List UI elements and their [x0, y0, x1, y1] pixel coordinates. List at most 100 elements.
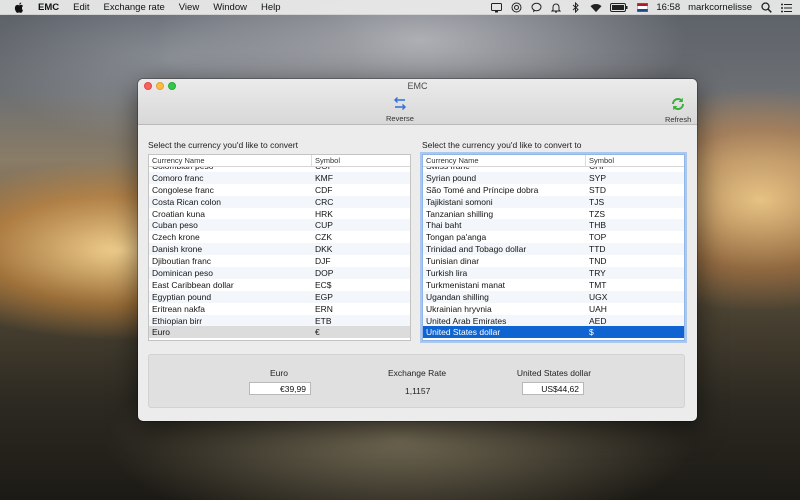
- currency-name-cell: Ukrainian hryvnia: [426, 303, 492, 314]
- column-header-symbol[interactable]: Symbol: [312, 155, 340, 167]
- table-row[interactable]: Turkish lira TRY: [423, 267, 684, 279]
- reverse-label: Reverse: [386, 114, 414, 123]
- flag-icon[interactable]: [636, 2, 648, 14]
- currency-symbol-cell: THB: [589, 220, 606, 231]
- currency-symbol-cell: TMT: [589, 279, 607, 290]
- table-row[interactable]: United Arab Emirates AED: [423, 314, 684, 327]
- column-header-symbol[interactable]: Symbol: [586, 155, 614, 167]
- table-row[interactable]: Egyptian pound EGP: [149, 290, 410, 303]
- currency-symbol-cell: COP: [312, 167, 333, 171]
- currency-name-cell: Cuban peso: [152, 220, 198, 231]
- wifi-icon[interactable]: [590, 2, 602, 14]
- currency-name-cell: Congolese franc: [152, 184, 214, 195]
- exchange-rate-value: 1,1157: [405, 386, 431, 396]
- currency-name-cell: Thai baht: [426, 220, 462, 231]
- currency-name-cell: United States dollar: [426, 327, 501, 338]
- currency-symbol-cell: TND: [589, 256, 607, 267]
- notification-bell-icon[interactable]: [550, 2, 562, 14]
- table-row[interactable]: Djiboutian franc DJF: [149, 255, 410, 267]
- table-row[interactable]: East Caribbean dollar EC$: [149, 279, 410, 291]
- table-row[interactable]: Croatian kuna HRK: [149, 208, 410, 220]
- table-row[interactable]: Syrian pound SYP: [423, 171, 684, 184]
- currency-symbol-cell: UGX: [589, 291, 608, 302]
- refresh-icon: [669, 96, 687, 112]
- battery-icon[interactable]: [610, 2, 628, 14]
- currency-name-cell: Tunisian dinar: [426, 256, 480, 267]
- table-body: Swiss francCHFSyrian poundSYPSão Tomé an…: [423, 167, 684, 340]
- currency-symbol-cell: €: [315, 327, 320, 338]
- menu-emc[interactable]: EMC: [38, 2, 59, 13]
- table-header: Currency Name Symbol: [149, 155, 410, 167]
- currency-symbol-cell: TJS: [589, 196, 605, 207]
- currency-name-cell: East Caribbean dollar: [152, 279, 234, 290]
- currency-symbol-cell: DOP: [315, 267, 334, 278]
- menu-edit[interactable]: Edit: [73, 2, 89, 13]
- currency-name-cell: Czech krone: [152, 232, 200, 243]
- currency-name-cell: Ethiopian birr: [152, 315, 203, 326]
- currency-name-cell: Djiboutian franc: [152, 256, 212, 267]
- converter-panel: Euro €39,99 Exchange Rate 1,1157 United …: [148, 354, 685, 408]
- table-row[interactable]: São Tomé and Príncipe dobra STD: [423, 184, 684, 196]
- menu-window[interactable]: Window: [213, 2, 247, 13]
- currency-symbol-cell: CZK: [315, 232, 332, 243]
- source-currency-table[interactable]: Currency Name Symbol Colombian pesoCOPCo…: [148, 154, 411, 341]
- table-row[interactable]: Tajikistani somoni TJS: [423, 195, 684, 208]
- table-row[interactable]: Danish krone DKK: [149, 243, 410, 256]
- table-row[interactable]: Trinidad and Tobago dollar TTD: [423, 243, 684, 256]
- table-row[interactable]: Ugandan shilling UGX: [423, 290, 684, 303]
- currency-name-cell: Egyptian pound: [152, 291, 212, 302]
- currency-symbol-cell: KMF: [315, 172, 333, 183]
- menu-exchange-rate[interactable]: Exchange rate: [104, 2, 165, 13]
- to-amount-field[interactable]: US$44,62: [522, 382, 584, 395]
- table-row[interactable]: Eritrean nakfa ERN: [149, 303, 410, 315]
- refresh-label: Refresh: [665, 115, 692, 124]
- table-row[interactable]: Turkmenistani manat TMT: [423, 279, 684, 291]
- table-row[interactable]: Congolese franc CDF: [149, 184, 410, 196]
- table-row[interactable]: Thai baht THB: [423, 219, 684, 232]
- table-row[interactable]: Tanzanian shilling TZS: [423, 208, 684, 220]
- currency-symbol-cell: AED: [589, 315, 607, 326]
- target-currency-table[interactable]: Currency Name Symbol Swiss francCHFSyria…: [422, 154, 685, 341]
- menu-view[interactable]: View: [179, 2, 199, 13]
- apple-menu-icon[interactable]: [12, 1, 26, 13]
- currency-symbol-cell: STD: [589, 184, 606, 195]
- currency-symbol-cell: TTD: [589, 244, 606, 255]
- table-row[interactable]: Czech krone CZK: [149, 231, 410, 243]
- currency-name-cell: Ugandan shilling: [426, 291, 489, 302]
- table-row[interactable]: Tunisian dinar TND: [423, 255, 684, 267]
- display-icon[interactable]: [490, 2, 502, 14]
- reverse-button[interactable]: Reverse: [386, 95, 414, 123]
- currency-symbol-cell: DJF: [315, 256, 331, 267]
- bluetooth-icon[interactable]: [570, 2, 582, 14]
- table-row[interactable]: Ethiopian birr ETB: [149, 314, 410, 327]
- table-row[interactable]: Dominican peso DOP: [149, 267, 410, 279]
- currency-symbol-cell: CHF: [586, 167, 606, 171]
- currency-name-cell: Euro: [152, 327, 170, 338]
- table-row[interactable]: Euro €: [149, 326, 410, 339]
- user-name[interactable]: markcornelisse: [688, 2, 752, 13]
- currency-symbol-cell: TOP: [589, 232, 607, 243]
- window-title: EMC: [407, 81, 428, 91]
- refresh-button[interactable]: Refresh: [665, 96, 691, 124]
- menu-bar: EMC Edit Exchange rate View Window Help …: [0, 0, 800, 15]
- currency-symbol-cell: CUP: [315, 220, 333, 231]
- clock[interactable]: 16:58: [656, 2, 680, 13]
- table-row[interactable]: Cuban peso CUP: [149, 219, 410, 232]
- table-row[interactable]: United States dollar $: [423, 326, 684, 339]
- currency-symbol-cell: TRY: [589, 267, 606, 278]
- menu-help[interactable]: Help: [261, 2, 281, 13]
- table-row[interactable]: Costa Rican colon CRC: [149, 195, 410, 208]
- table-row[interactable]: Ukrainian hryvnia UAH: [423, 303, 684, 315]
- currency-symbol-cell: UAH: [589, 303, 607, 314]
- emc-window: EMC Reverse Refresh Select the currency …: [138, 79, 697, 421]
- notification-center-icon[interactable]: [780, 2, 792, 14]
- currency-symbol-cell: ETB: [315, 315, 332, 326]
- from-amount-field[interactable]: €39,99: [249, 382, 311, 395]
- table-row[interactable]: Comoro franc KMF: [149, 171, 410, 184]
- column-header-currency-name[interactable]: Currency Name: [149, 155, 312, 167]
- spotlight-search-icon[interactable]: [760, 2, 772, 14]
- table-row[interactable]: Tongan pa'anga TOP: [423, 231, 684, 243]
- column-header-currency-name[interactable]: Currency Name: [423, 155, 586, 167]
- sync-icon[interactable]: [510, 2, 522, 14]
- chat-icon[interactable]: [530, 2, 542, 14]
